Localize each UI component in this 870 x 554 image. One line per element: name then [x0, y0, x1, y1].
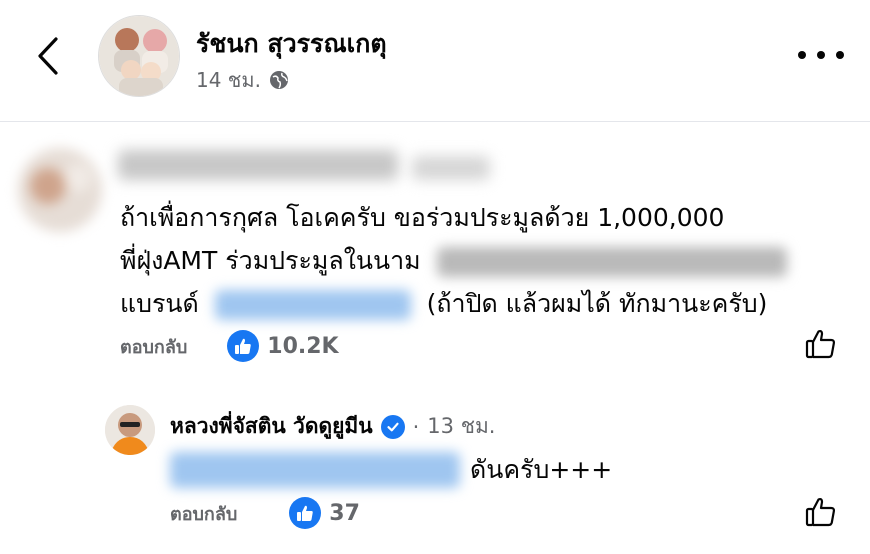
separator-dot: · [412, 414, 420, 439]
comment-text: ถ้าเพื่อการกุศล โอเคครับ ขอร่วมประมูลด้ว… [120, 196, 787, 325]
post-header: รัชนก สุวรรณเกตุ 14 ชม. [0, 0, 870, 120]
like-reaction-badge[interactable] [227, 330, 260, 362]
comment-line-3: แบรนด์ (ถ้าปิด แล้วผมได้ ทักมานะครับ) [120, 282, 787, 325]
redacted-brand-link[interactable] [214, 290, 411, 320]
like-count: 37 [329, 500, 360, 526]
post-time[interactable]: 14 ชม. [196, 64, 261, 96]
like-reaction-badge[interactable] [289, 497, 322, 529]
chevron-left-icon [38, 37, 58, 75]
more-dot [817, 51, 825, 59]
back-button[interactable] [28, 34, 68, 78]
comment-avatar-blurred[interactable] [18, 148, 102, 232]
reply-time[interactable]: 13 ชม. [427, 410, 495, 443]
avatar-photo [18, 148, 102, 232]
like-button[interactable] [805, 328, 837, 364]
thumbs-up-icon [235, 338, 252, 354]
divider [0, 121, 870, 122]
avatar-photo [105, 405, 155, 455]
thumbs-up-icon [297, 505, 314, 521]
avatar-photo [99, 16, 179, 96]
comment-line-3-prefix: แบรนด์ [120, 289, 199, 318]
redacted-mention[interactable] [170, 452, 460, 488]
more-dot [836, 51, 844, 59]
check-icon [387, 422, 399, 431]
comment-line-3-suffix: (ถ้าปิด แล้วผมได้ ทักมานะครับ) [426, 289, 768, 318]
comment-line-2-text: พี่ฝุ่งAMT ร่วมประมูลในนาม [120, 246, 421, 275]
verified-badge-icon [380, 414, 405, 439]
reply-author: หลวงพี่จัสติน วัดดูยูมีน · 13 ชม. [170, 410, 495, 443]
redacted-name [436, 247, 787, 277]
more-dots-icon [798, 51, 806, 59]
redacted-commenter-name [118, 150, 398, 180]
more-options-button[interactable] [798, 40, 844, 70]
reply-author-name[interactable]: หลวงพี่จัสติน วัดดูยูมีน [170, 410, 373, 443]
like-count: 10.2K [267, 333, 339, 359]
reply-button[interactable]: ตอบกลับ [120, 332, 187, 361]
comment-line-1: ถ้าเพื่อการกุศล โอเคครับ ขอร่วมประมูลด้ว… [120, 203, 725, 232]
reply-actions: ตอบกลับ 37 [170, 497, 360, 529]
post-meta: 14 ชม. [196, 64, 289, 96]
reply-button[interactable]: ตอบกลับ [170, 499, 237, 528]
reply-text: ดันครับ+++ [170, 450, 612, 490]
avatar[interactable] [98, 15, 180, 97]
page-title[interactable]: รัชนก สุวรรณเกตุ [196, 24, 387, 64]
reply-body: ดันครับ+++ [470, 455, 613, 484]
redacted-comment-time [412, 156, 490, 180]
comment-actions: ตอบกลับ 10.2K [120, 330, 339, 362]
reply-avatar[interactable] [105, 405, 155, 455]
like-button[interactable] [805, 496, 837, 532]
thumbs-up-outline-icon [805, 497, 836, 527]
thumbs-up-outline-icon [805, 329, 836, 359]
comment-line-2: พี่ฝุ่งAMT ร่วมประมูลในนาม [120, 239, 787, 282]
globe-icon [269, 71, 288, 89]
